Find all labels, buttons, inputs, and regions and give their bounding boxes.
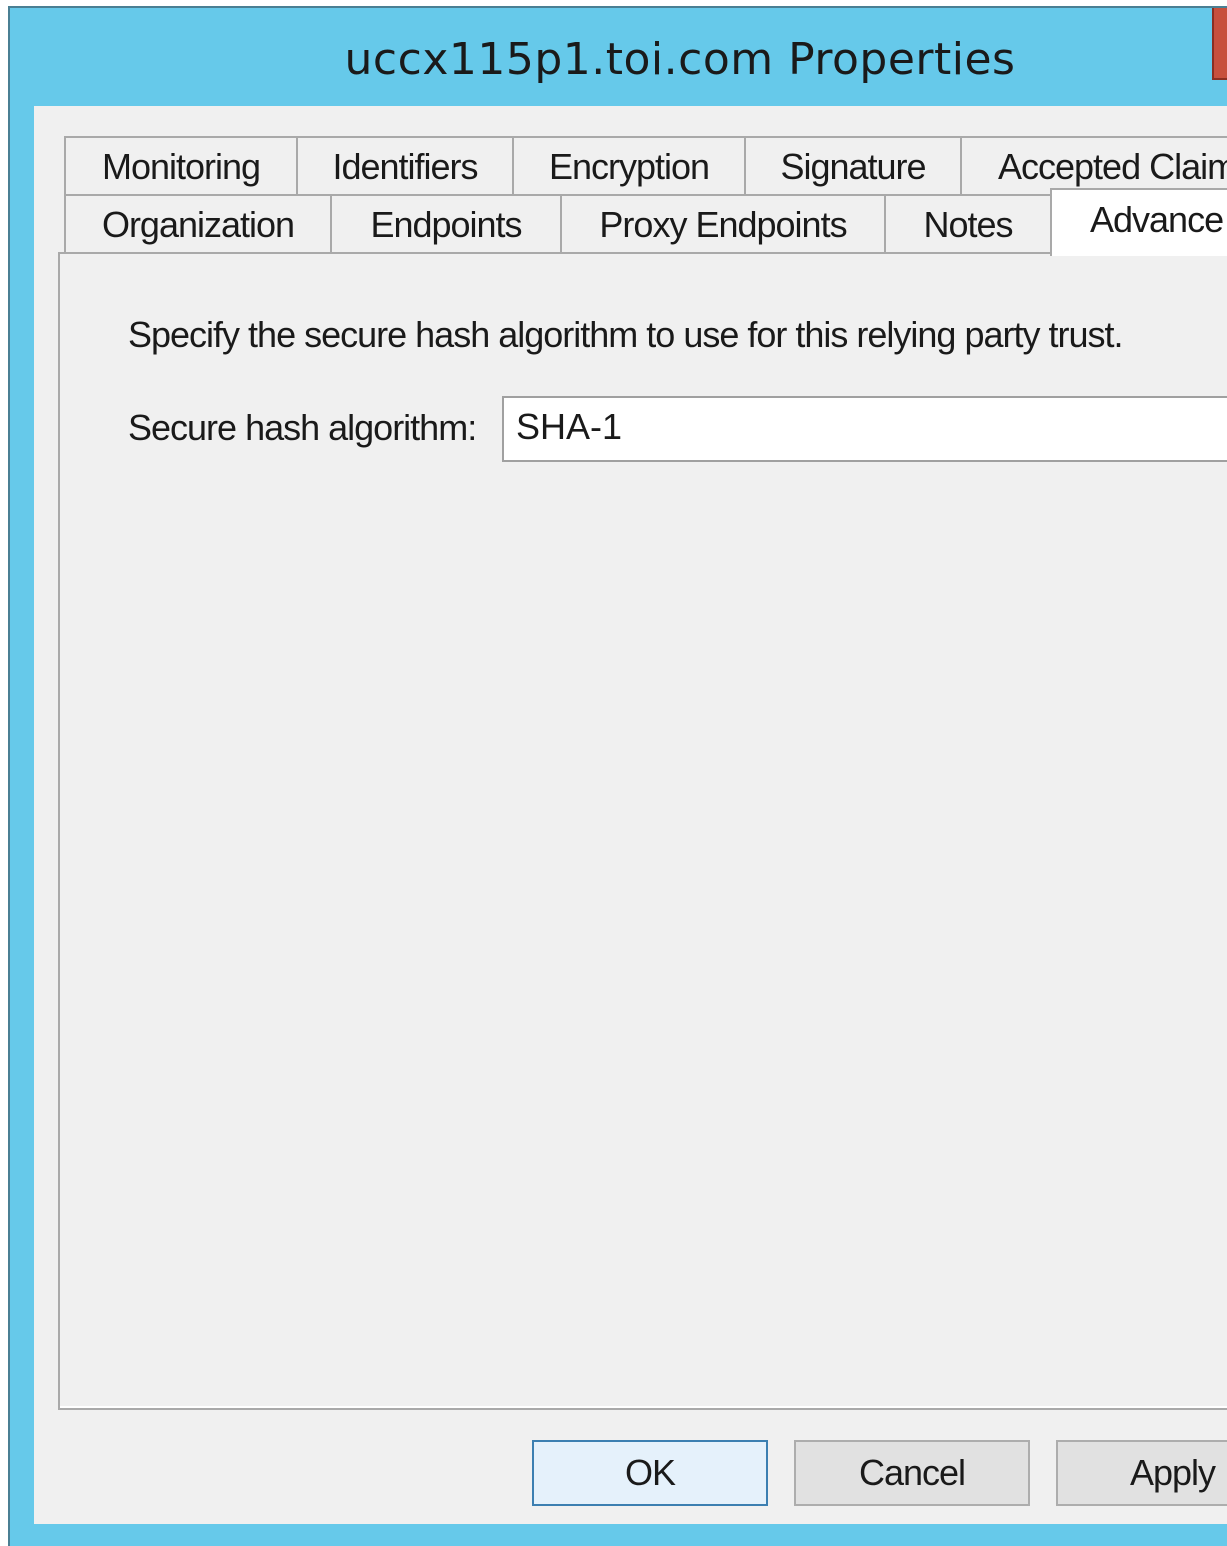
tab-proxy-endpoints[interactable]: Proxy Endpoints xyxy=(560,194,886,254)
chevron-down-icon[interactable]: ⌄ xyxy=(1222,410,1227,445)
tab-encryption[interactable]: Encryption xyxy=(512,136,746,196)
tab-accepted-claims[interactable]: Accepted Claim xyxy=(960,136,1227,196)
advanced-tab-panel: Specify the secure hash algorithm to use… xyxy=(58,252,1227,1410)
tab-organization[interactable]: Organization xyxy=(64,194,332,254)
tab-advanced[interactable]: Advance xyxy=(1050,188,1227,256)
cancel-button[interactable]: Cancel xyxy=(794,1440,1030,1506)
tab-notes[interactable]: Notes xyxy=(884,194,1052,254)
tab-endpoints[interactable]: Endpoints xyxy=(330,194,562,254)
close-button[interactable] xyxy=(1212,8,1227,80)
dialog-client-area: Monitoring Identifiers Encryption Signat… xyxy=(34,106,1227,1524)
panel-bottom-edge xyxy=(60,1398,1227,1408)
apply-button[interactable]: Apply xyxy=(1056,1440,1227,1506)
title-bar[interactable]: uccx115p1.toi.com Properties xyxy=(10,8,1227,108)
tab-identifiers[interactable]: Identifiers xyxy=(296,136,514,196)
hash-algorithm-label: Secure hash algorithm: xyxy=(128,407,477,448)
tab-signature[interactable]: Signature xyxy=(744,136,962,196)
hash-algorithm-value: SHA-1 xyxy=(516,406,623,447)
panel-description: Specify the secure hash algorithm to use… xyxy=(128,314,1123,355)
hash-algorithm-select[interactable]: SHA-1 ⌄ xyxy=(502,396,1227,462)
window-title: uccx115p1.toi.com Properties xyxy=(344,34,1016,85)
ok-button[interactable]: OK xyxy=(532,1440,768,1506)
tab-monitoring[interactable]: Monitoring xyxy=(64,136,298,196)
